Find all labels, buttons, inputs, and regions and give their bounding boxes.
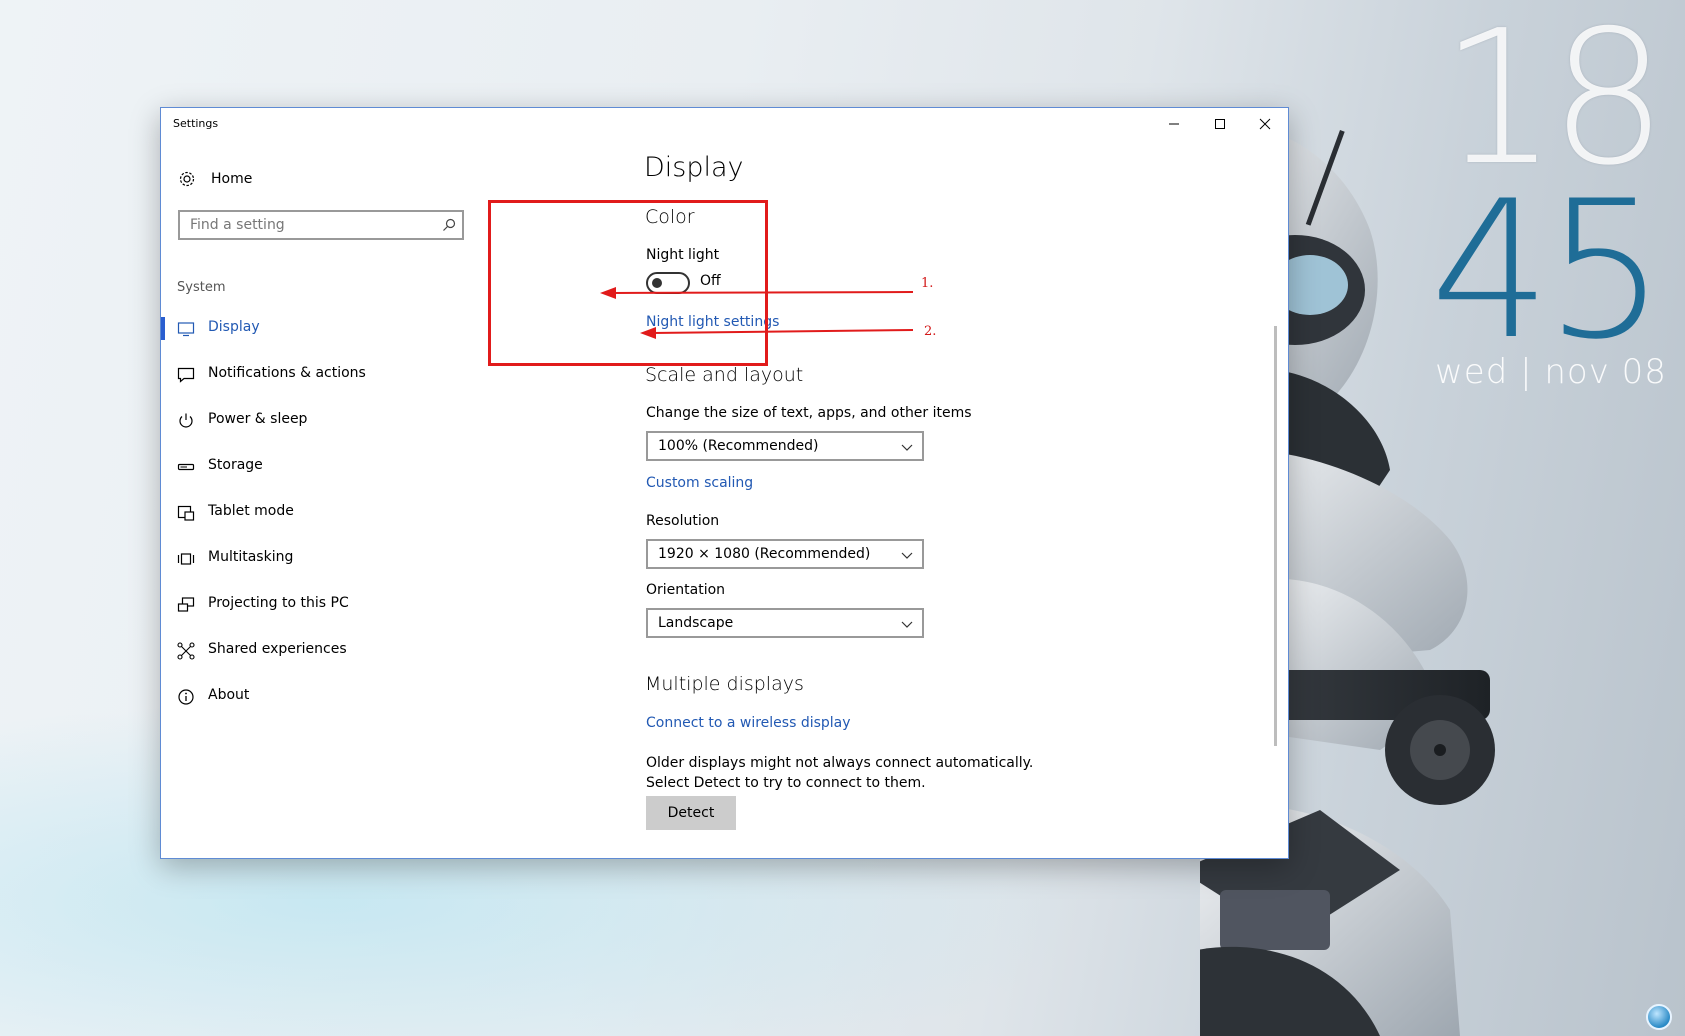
- sidebar-item-label: Power & sleep: [208, 411, 308, 427]
- sidebar-item-notifications[interactable]: Notifications & actions: [161, 352, 481, 396]
- resolution-dropdown[interactable]: 1920 × 1080 (Recommended): [646, 539, 924, 569]
- resolution-label: Resolution: [646, 513, 720, 529]
- shared-experiences-icon: [177, 642, 195, 660]
- sidebar-item-shared-experiences[interactable]: Shared experiences: [161, 628, 481, 672]
- nav-home[interactable]: Home: [178, 170, 252, 188]
- nav-group-label: System: [177, 280, 226, 295]
- page-title: Display: [644, 152, 744, 183]
- maximize-icon: [1215, 119, 1225, 129]
- sidebar-item-label: Multitasking: [208, 549, 294, 565]
- sidebar-item-about[interactable]: About: [161, 674, 481, 718]
- sidebar-item-label: Tablet mode: [208, 503, 294, 519]
- sidebar-item-label: Shared experiences: [208, 641, 347, 657]
- close-icon: [1259, 118, 1271, 130]
- resolution-dropdown-value: 1920 × 1080 (Recommended): [658, 546, 871, 562]
- wireless-display-link[interactable]: Connect to a wireless display: [646, 715, 851, 731]
- sidebar-item-display[interactable]: Display: [161, 306, 481, 350]
- detect-button[interactable]: Detect: [646, 796, 736, 830]
- nav-home-label: Home: [211, 171, 253, 187]
- sidebar-item-multitasking[interactable]: Multitasking: [161, 536, 481, 580]
- close-button[interactable]: [1242, 108, 1288, 140]
- power-icon: [179, 413, 193, 428]
- scale-size-label: Change the size of text, apps, and other…: [646, 405, 972, 421]
- minimize-icon: [1169, 123, 1179, 125]
- sidebar-item-label: Display: [208, 319, 260, 335]
- search-box[interactable]: [178, 210, 464, 240]
- chevron-down-icon: [901, 444, 913, 451]
- search-input[interactable]: [180, 216, 442, 234]
- info-icon: [178, 689, 194, 705]
- sidebar-item-power-sleep[interactable]: Power & sleep: [161, 398, 481, 442]
- navigation-pane: Home System Display Notifications & acti…: [161, 140, 481, 858]
- sidebar-item-tablet-mode[interactable]: Tablet mode: [161, 490, 481, 534]
- orientation-dropdown-value: Landscape: [658, 615, 734, 631]
- sidebar-item-label: Projecting to this PC: [208, 595, 349, 611]
- annotation-step-2: 2.: [924, 324, 937, 339]
- custom-scaling-link[interactable]: Custom scaling: [646, 475, 753, 491]
- notification-icon: [177, 367, 195, 383]
- maximize-button[interactable]: [1197, 108, 1243, 140]
- sidebar-item-projecting[interactable]: Projecting to this PC: [161, 582, 481, 626]
- active-indicator: [161, 317, 165, 340]
- scale-dropdown[interactable]: 100% (Recommended): [646, 431, 924, 461]
- chevron-down-icon: [901, 552, 913, 559]
- scale-layout-heading: Scale and layout: [645, 364, 804, 386]
- multitasking-icon: [177, 553, 195, 565]
- desktop-clock-minute: 45: [1430, 160, 1666, 381]
- sidebar-item-storage[interactable]: Storage: [161, 444, 481, 488]
- orientation-label: Orientation: [646, 582, 726, 598]
- orientation-dropdown[interactable]: Landscape: [646, 608, 924, 638]
- projecting-icon: [177, 597, 195, 612]
- chevron-down-icon: [901, 621, 913, 628]
- minimize-button[interactable]: [1151, 108, 1197, 140]
- content-scrollbar[interactable]: [1274, 326, 1277, 746]
- gear-icon: [179, 171, 195, 187]
- title-bar[interactable]: Settings: [161, 108, 1288, 140]
- annotation-highlight-box: [488, 200, 768, 366]
- tablet-mode-icon: [177, 505, 195, 521]
- annotation-step-1: 1.: [921, 276, 934, 291]
- desktop-clock-date: wed | nov 08: [1435, 352, 1667, 392]
- sidebar-item-label: About: [208, 687, 250, 703]
- sidebar-item-label: Notifications & actions: [208, 365, 366, 381]
- scale-dropdown-value: 100% (Recommended): [658, 438, 819, 454]
- search-icon[interactable]: [442, 218, 456, 232]
- detect-description: Older displays might not always connect …: [646, 755, 1034, 791]
- window-title: Settings: [173, 117, 219, 130]
- monitor-icon: [177, 322, 195, 337]
- sidebar-item-label: Storage: [208, 457, 263, 473]
- tray-orb-icon[interactable]: [1646, 1004, 1672, 1030]
- multiple-displays-heading: Multiple displays: [645, 673, 804, 695]
- storage-icon: [177, 463, 195, 471]
